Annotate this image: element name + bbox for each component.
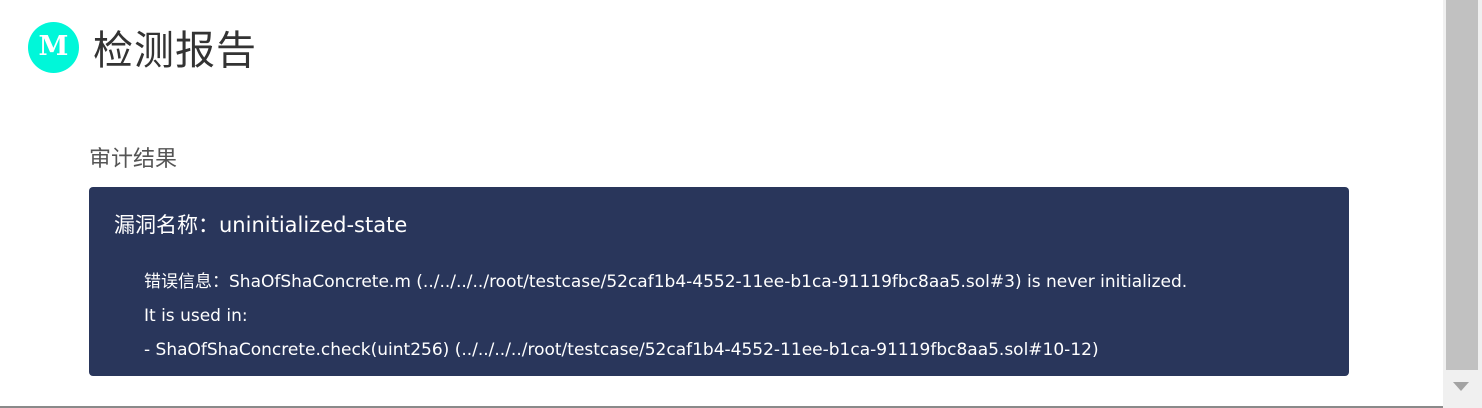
page-header: M 检测报告 [28, 18, 257, 76]
used-in-line: It is used in: [144, 306, 248, 326]
logo-icon: M [28, 21, 79, 73]
scrollbar-thumb[interactable] [1446, 0, 1478, 370]
vulnerability-name: 漏洞名称：uninitialized-state [114, 213, 408, 237]
report-content: M 检测报告 审计结果 漏洞名称：uninitialized-state 错误信… [0, 0, 1443, 406]
vertical-scrollbar[interactable] [1443, 0, 1482, 408]
scroll-down-arrow-icon[interactable] [1453, 382, 1469, 391]
page-title: 检测报告 [93, 28, 257, 74]
usage-location-line: - ShaOfShaConcrete.check(uint256) (../..… [144, 340, 1099, 360]
error-message-line: 错误信息：ShaOfShaConcrete.m (../../../../roo… [144, 272, 1188, 292]
vulnerability-card: 漏洞名称：uninitialized-state 错误信息：ShaOfShaCo… [89, 187, 1349, 376]
report-page: M 检测报告 审计结果 漏洞名称：uninitialized-state 错误信… [0, 0, 1482, 408]
vulnerability-detail: 错误信息：ShaOfShaConcrete.m (../../../../roo… [144, 265, 1187, 367]
audit-results-heading: 审计结果 [89, 147, 178, 172]
